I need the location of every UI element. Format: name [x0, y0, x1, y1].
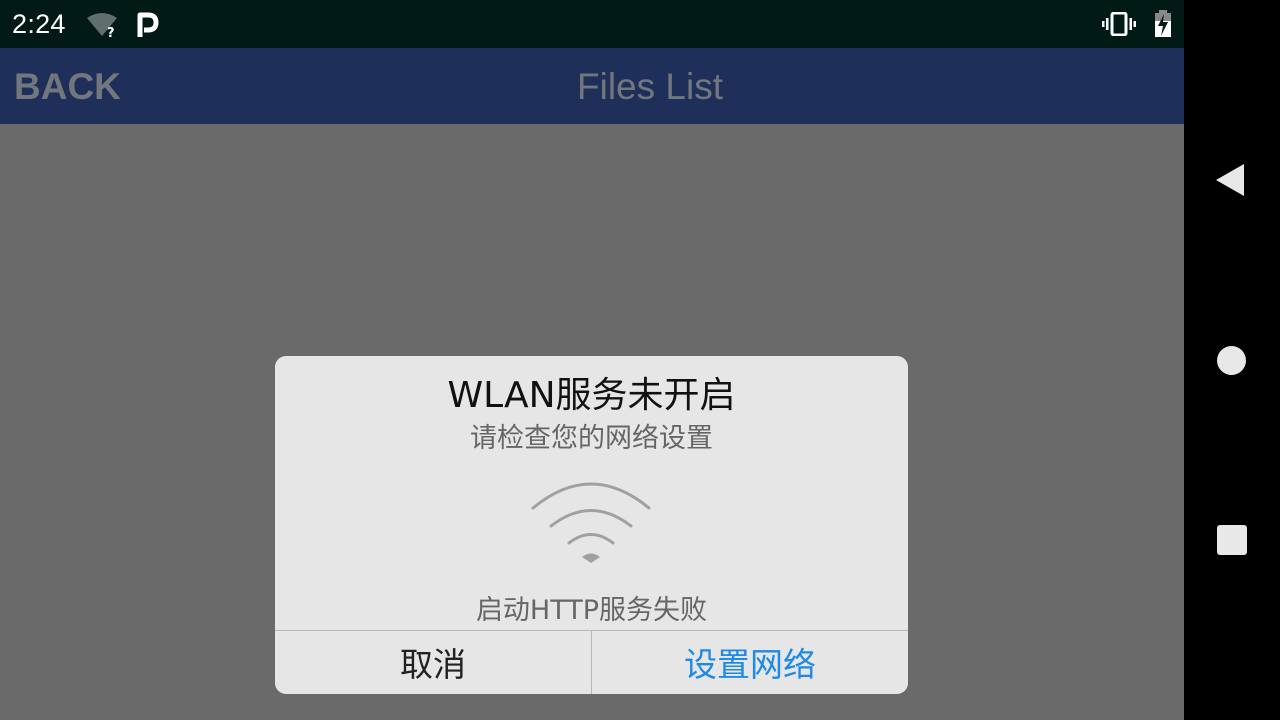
wifi-icon	[531, 480, 651, 568]
page-title: Files List	[577, 66, 723, 107]
dialog-subtitle: 请检查您的网络设置	[470, 423, 713, 454]
status-time: 2:24	[12, 9, 66, 39]
nav-back-icon[interactable]	[1216, 164, 1244, 196]
dialog-message: 启动HTTP服务失败	[475, 595, 708, 626]
battery-charging-icon	[1154, 10, 1172, 42]
vibrate-icon	[1102, 11, 1136, 40]
app-screen: 2:24 ? BACK Files List WLAN服务未开启 请检查您的网络…	[0, 0, 1184, 720]
wifi-unknown-icon: ?	[86, 11, 120, 43]
status-bar: 2:24 ?	[0, 0, 1184, 48]
cancel-button[interactable]: 取消	[275, 631, 592, 694]
app-bar: BACK Files List	[0, 48, 1184, 124]
dialog-title: WLAN服务未开启	[447, 375, 736, 416]
nav-recents-icon[interactable]	[1217, 525, 1247, 555]
wlan-alert-dialog: WLAN服务未开启 请检查您的网络设置 启动HTTP服务失败 取消 设置网络	[275, 356, 908, 694]
svg-text:?: ?	[107, 26, 115, 39]
dialog-button-row: 取消 设置网络	[275, 630, 908, 694]
nav-home-icon[interactable]	[1217, 346, 1246, 375]
parking-p-icon	[136, 11, 160, 43]
network-settings-button[interactable]: 设置网络	[592, 631, 908, 694]
